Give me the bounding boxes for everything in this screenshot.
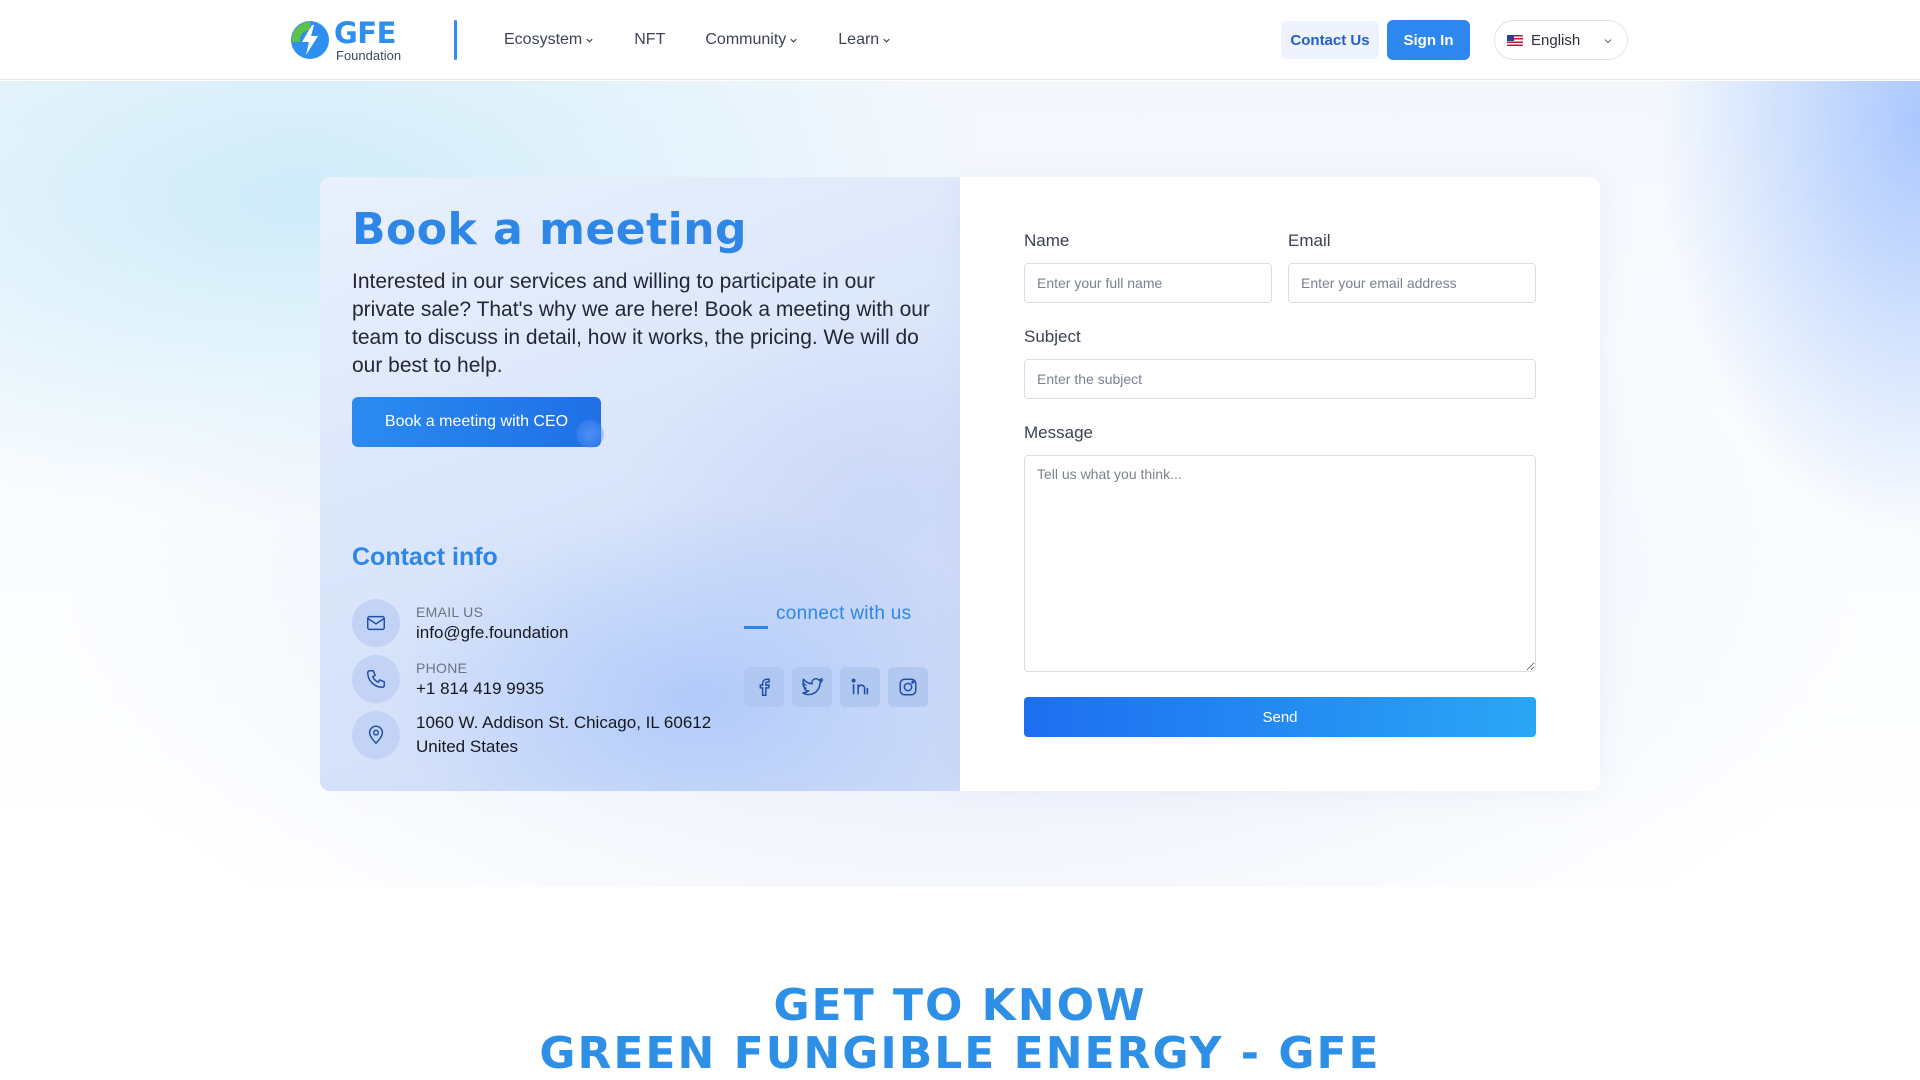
address-line-1: 1060 W. Addison St. Chicago, IL 60612 — [416, 713, 712, 732]
heading-line-2: GREEN FUNGIBLE ENERGY - GFE — [539, 1028, 1381, 1079]
instagram-icon[interactable] — [888, 667, 928, 707]
us-flag-icon — [1507, 34, 1523, 46]
nav-item-ecosystem[interactable]: Ecosystem — [504, 31, 594, 49]
language-selector[interactable]: English — [1494, 20, 1628, 60]
connect-dash-decoration — [744, 626, 768, 629]
chevron-down-icon — [883, 38, 890, 43]
chevron-down-icon — [586, 38, 593, 43]
nav-item-label: Ecosystem — [504, 31, 583, 48]
name-input[interactable] — [1024, 263, 1272, 303]
subject-input[interactable] — [1024, 359, 1536, 399]
subject-label: Subject — [1024, 327, 1081, 346]
send-button[interactable]: Send — [1024, 697, 1536, 737]
connect-with-us-label: connect with us — [776, 603, 912, 624]
nav-item-nft[interactable]: NFT — [634, 31, 665, 49]
get-to-know-heading: GET TO KNOW GREEN FUNGIBLE ENERGY - GFE — [0, 982, 1920, 1078]
email-label: EMAIL US — [416, 603, 484, 620]
main-nav: Ecosystem NFT Community Learn — [504, 26, 891, 54]
mail-icon — [352, 599, 400, 647]
book-meeting-ceo-button[interactable]: Book a meeting with CEO — [352, 397, 601, 447]
chevron-down-icon — [790, 38, 797, 43]
message-label: Message — [1024, 423, 1093, 442]
header-divider — [454, 20, 457, 60]
address-line-2: United States — [416, 737, 519, 756]
location-pin-icon — [352, 711, 400, 759]
contact-us-button[interactable]: Contact Us — [1281, 21, 1379, 59]
email-link[interactable]: info@gfe.foundation — [416, 623, 568, 643]
lightning-leaf-logo-icon — [291, 21, 329, 59]
contact-address-row: 1060 W. Addison St. Chicago, IL 60612 Un… — [352, 711, 711, 759]
meeting-title: Book a meeting — [352, 204, 748, 255]
brand-logo[interactable]: GFE Foundation — [290, 18, 416, 62]
button-glow-decoration — [576, 420, 604, 448]
nav-item-community[interactable]: Community — [705, 31, 798, 49]
message-textarea[interactable] — [1024, 455, 1536, 672]
contact-email-row: EMAIL US info@gfe.foundation — [352, 599, 568, 647]
email-input[interactable] — [1288, 263, 1536, 303]
phone-link[interactable]: +1 814 419 9935 — [416, 679, 544, 699]
contact-info-title: Contact info — [352, 543, 498, 571]
facebook-icon[interactable] — [744, 667, 784, 707]
social-links — [744, 667, 928, 707]
nav-item-label: NFT — [634, 31, 666, 48]
heading-line-1: GET TO KNOW — [773, 980, 1147, 1031]
brand-name: GFE — [334, 15, 396, 50]
twitter-icon[interactable] — [792, 667, 832, 707]
linkedin-icon[interactable] — [840, 667, 880, 707]
nav-item-label: Community — [705, 31, 787, 48]
chevron-down-icon — [1604, 39, 1612, 44]
email-field-label: Email — [1288, 231, 1331, 250]
phone-icon — [352, 655, 400, 703]
brand-subtitle: Foundation — [336, 47, 402, 63]
name-label: Name — [1024, 231, 1070, 250]
contact-phone-row: PHONE +1 814 419 9935 — [352, 655, 544, 703]
site-header: GFE Foundation Ecosystem NFT Community L… — [0, 0, 1920, 80]
meeting-description: Interested in our services and willing t… — [352, 270, 930, 377]
nav-item-learn[interactable]: Learn — [838, 31, 891, 49]
nav-item-label: Learn — [838, 31, 880, 48]
sign-in-button[interactable]: Sign In — [1387, 20, 1470, 60]
phone-label: PHONE — [416, 659, 468, 676]
language-label: English — [1531, 31, 1581, 49]
